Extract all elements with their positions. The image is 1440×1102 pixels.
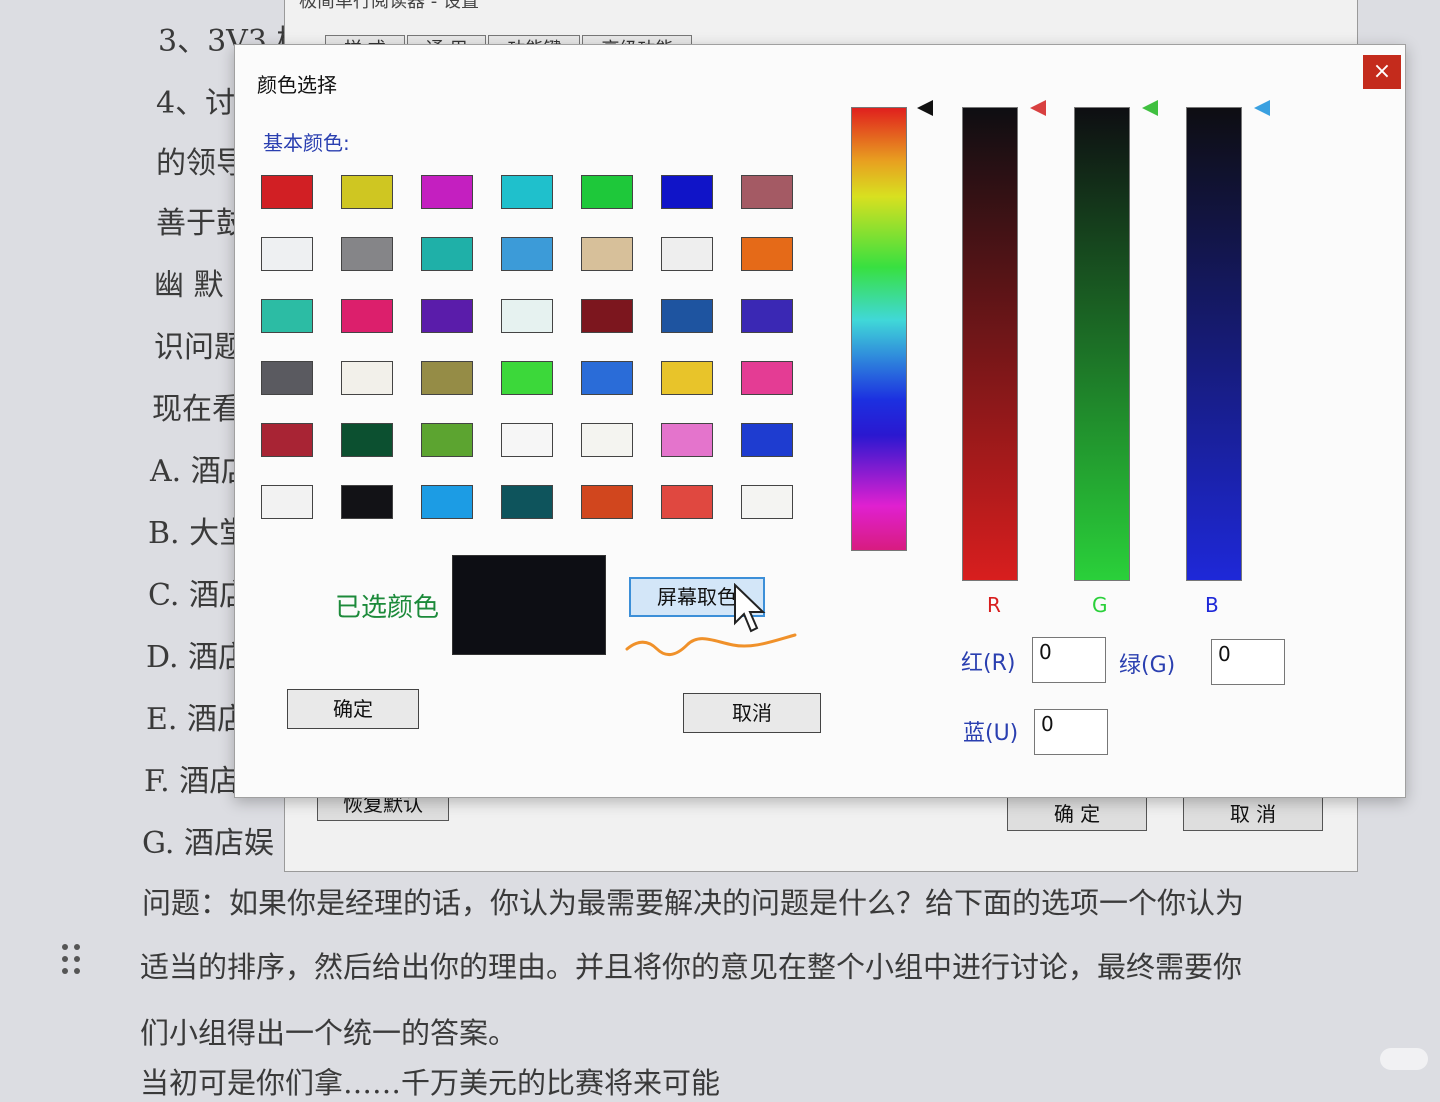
color-swatch[interactable] bbox=[421, 237, 473, 271]
red-channel-label: R bbox=[987, 593, 1001, 617]
color-swatch[interactable] bbox=[261, 423, 313, 457]
blue-field-label: 蓝(U) bbox=[963, 721, 1019, 746]
green-marker-icon[interactable] bbox=[1142, 100, 1158, 116]
selected-color-label: 已选颜色 bbox=[335, 593, 440, 623]
blue-marker-icon[interactable] bbox=[1254, 100, 1270, 116]
color-swatch[interactable] bbox=[421, 299, 473, 333]
color-swatch[interactable] bbox=[341, 361, 393, 395]
green-value-input[interactable]: 0 bbox=[1211, 639, 1285, 685]
color-swatch[interactable] bbox=[261, 485, 313, 519]
color-swatch[interactable] bbox=[581, 423, 633, 457]
drag-handle-icon[interactable] bbox=[62, 944, 84, 974]
color-swatch[interactable] bbox=[661, 237, 713, 271]
color-swatch[interactable] bbox=[581, 237, 633, 271]
basic-colors-label: 基本颜色: bbox=[263, 131, 350, 155]
color-swatch[interactable] bbox=[661, 299, 713, 333]
color-swatch[interactable] bbox=[501, 237, 553, 271]
color-swatch[interactable] bbox=[261, 237, 313, 271]
color-swatch[interactable] bbox=[421, 175, 473, 209]
color-swatch[interactable] bbox=[741, 361, 793, 395]
doc-line: 识问题 bbox=[154, 330, 244, 365]
color-swatch[interactable] bbox=[341, 237, 393, 271]
color-swatch[interactable] bbox=[661, 361, 713, 395]
settings-cancel-button[interactable]: 取 消 bbox=[1183, 797, 1323, 831]
doc-line: 善于鼓 bbox=[156, 206, 246, 241]
doc-paragraph-line: 们小组得出一个统一的答案。 bbox=[140, 1016, 518, 1050]
color-swatch[interactable] bbox=[741, 423, 793, 457]
color-swatch[interactable] bbox=[741, 485, 793, 519]
color-swatch[interactable] bbox=[501, 299, 553, 333]
selected-color-preview bbox=[452, 555, 606, 655]
doc-line: E. 酒店 bbox=[146, 702, 247, 737]
green-channel-slider[interactable] bbox=[1074, 107, 1130, 581]
doc-paragraph-line: 适当的排序，然后给出你的理由。并且将你的意见在整个小组中进行讨论，最终需要你 bbox=[140, 950, 1243, 984]
color-swatch[interactable] bbox=[261, 299, 313, 333]
color-swatch[interactable] bbox=[741, 175, 793, 209]
dialog-cancel-button[interactable]: 取消 bbox=[683, 693, 821, 733]
color-swatch[interactable] bbox=[341, 485, 393, 519]
color-swatch[interactable] bbox=[501, 175, 553, 209]
color-swatch[interactable] bbox=[341, 423, 393, 457]
doc-line: G. 酒店娱 bbox=[142, 826, 274, 861]
red-channel-slider[interactable] bbox=[962, 107, 1018, 581]
color-swatch[interactable] bbox=[421, 361, 473, 395]
color-swatch[interactable] bbox=[741, 237, 793, 271]
doc-line: 幽 默 bbox=[154, 268, 224, 303]
color-swatch[interactable] bbox=[501, 485, 553, 519]
color-swatch[interactable] bbox=[261, 361, 313, 395]
color-picker-dialog: 颜色选择 × 基本颜色: 已选颜色 屏幕取色 确定 取消 R G B 红(R) … bbox=[234, 44, 1406, 798]
color-swatch[interactable] bbox=[661, 423, 713, 457]
doc-line: 的领导 bbox=[156, 146, 246, 181]
doc-paragraph-line: 当初可是你们拿……千万美元的比赛将来可能 bbox=[140, 1066, 721, 1100]
red-marker-icon[interactable] bbox=[1030, 100, 1046, 116]
color-swatch[interactable] bbox=[501, 361, 553, 395]
green-field-label: 绿(G) bbox=[1119, 653, 1176, 678]
red-field-label: 红(R) bbox=[961, 651, 1016, 676]
color-swatch[interactable] bbox=[421, 423, 473, 457]
color-swatch[interactable] bbox=[581, 485, 633, 519]
color-swatch[interactable] bbox=[261, 175, 313, 209]
settings-ok-button[interactable]: 确 定 bbox=[1007, 797, 1147, 831]
red-value-input[interactable]: 0 bbox=[1032, 637, 1106, 683]
color-swatch[interactable] bbox=[421, 485, 473, 519]
hue-marker-icon[interactable] bbox=[917, 100, 933, 116]
doc-line: 现在看 bbox=[152, 392, 242, 427]
dialog-ok-button[interactable]: 确定 bbox=[287, 689, 419, 729]
color-swatch[interactable] bbox=[501, 423, 553, 457]
orange-underline-annotation bbox=[625, 633, 797, 656]
dialog-title: 颜色选择 bbox=[257, 73, 337, 97]
color-swatch[interactable] bbox=[661, 175, 713, 209]
color-swatch[interactable] bbox=[741, 299, 793, 333]
color-swatch[interactable] bbox=[581, 299, 633, 333]
doc-line: F. 酒店 bbox=[144, 764, 240, 799]
green-channel-label: G bbox=[1092, 593, 1108, 617]
close-icon: × bbox=[1372, 59, 1392, 84]
color-swatch[interactable] bbox=[661, 485, 713, 519]
mouse-cursor-icon bbox=[734, 583, 766, 633]
color-swatch[interactable] bbox=[581, 175, 633, 209]
color-swatch[interactable] bbox=[341, 175, 393, 209]
color-swatch[interactable] bbox=[341, 299, 393, 333]
hue-spectrum-slider[interactable] bbox=[851, 107, 907, 551]
watermark-badge bbox=[1380, 1048, 1428, 1070]
close-button[interactable]: × bbox=[1363, 55, 1401, 89]
blue-channel-label: B bbox=[1205, 593, 1219, 617]
doc-paragraph-line: 问题：如果你是经理的话，你认为最需要解决的问题是什么？给下面的选项一个你认为 bbox=[142, 886, 1245, 920]
doc-line: D. 酒店 bbox=[146, 640, 249, 675]
color-swatch[interactable] bbox=[581, 361, 633, 395]
blue-value-input[interactable]: 0 bbox=[1034, 709, 1108, 755]
settings-window-title: 极简单行阅读器 - 设置 bbox=[299, 0, 479, 12]
blue-channel-slider[interactable] bbox=[1186, 107, 1242, 581]
